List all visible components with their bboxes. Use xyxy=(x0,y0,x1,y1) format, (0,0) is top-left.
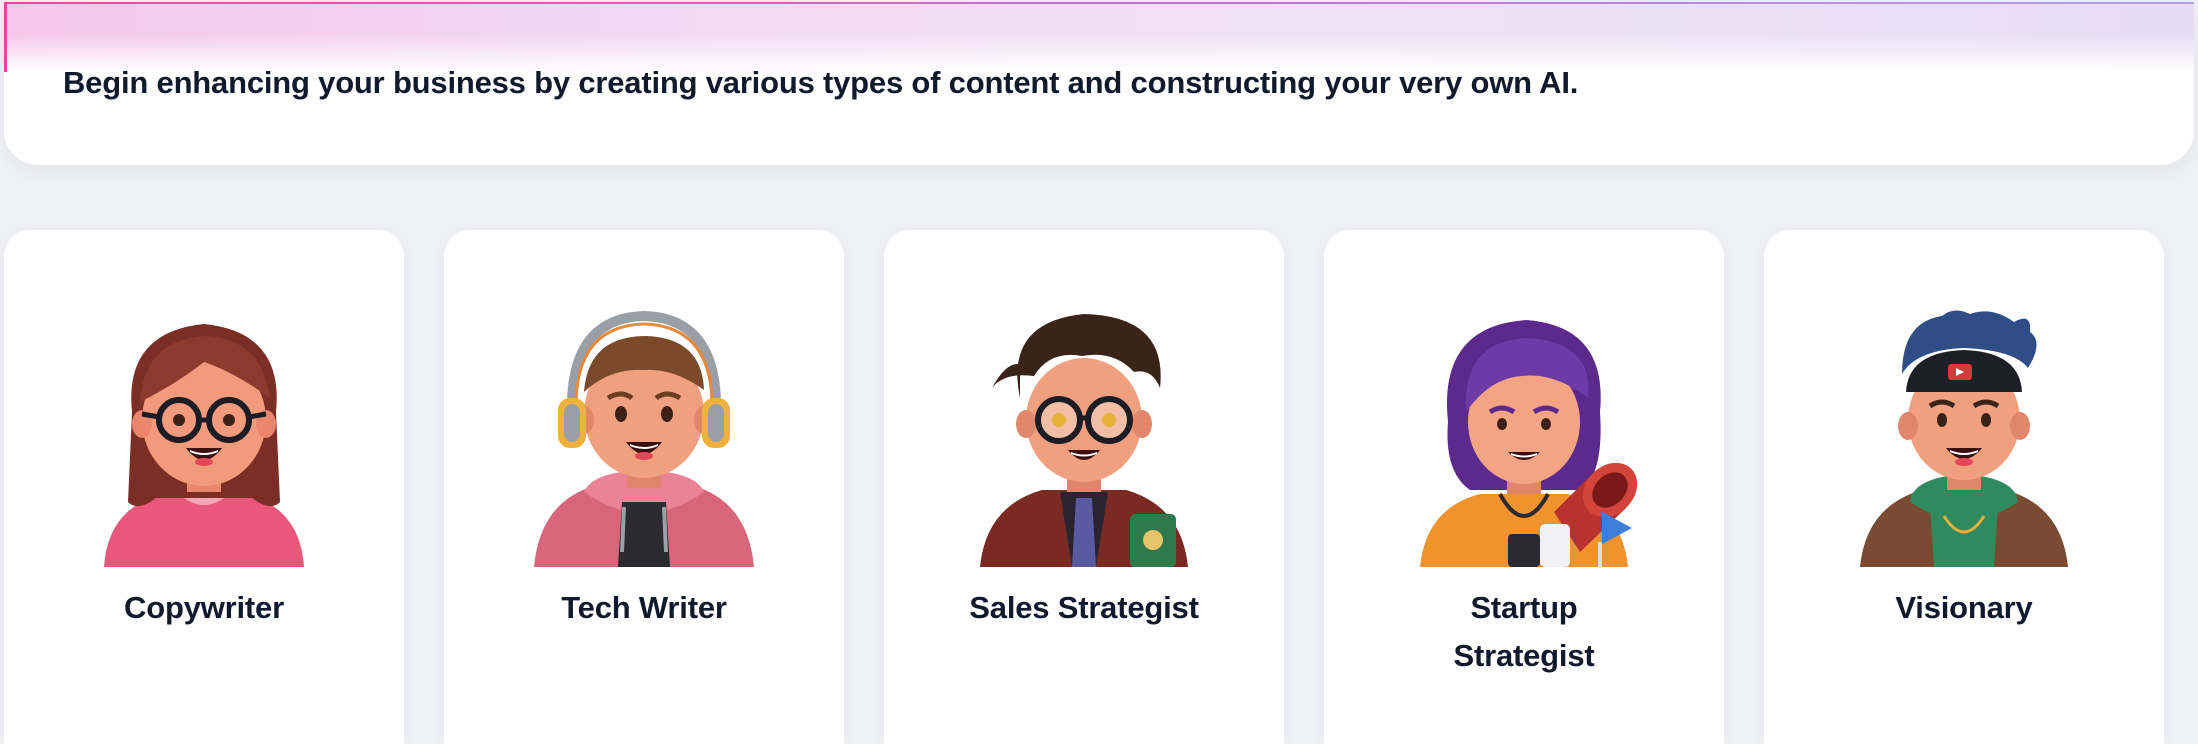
sales-strategist-avatar-icon xyxy=(980,314,1188,567)
persona-card-sales-strategist[interactable]: Sales Strategist xyxy=(884,230,1284,744)
page: Begin enhancing your business by creatin… xyxy=(0,0,2198,744)
banner-accent xyxy=(4,2,7,72)
persona-label: Copywriter xyxy=(124,590,284,625)
intro-banner: Begin enhancing your business by creatin… xyxy=(4,2,2194,165)
intro-text: Begin enhancing your business by creatin… xyxy=(63,65,1579,100)
visionary-avatar-icon xyxy=(1860,310,2068,567)
persona-label: Visionary xyxy=(1895,590,2033,625)
persona-card-startup-strategist[interactable]: Startup Strategist xyxy=(1324,230,1724,744)
persona-card-visionary[interactable]: Visionary xyxy=(1764,230,2164,744)
copywriter-avatar-icon xyxy=(104,324,304,567)
startup-strategist-avatar-icon xyxy=(1420,320,1638,567)
persona-label: Sales Strategist xyxy=(969,590,1199,625)
persona-label: Tech Writer xyxy=(561,590,727,625)
persona-label: Startup Strategist xyxy=(1453,590,1595,673)
banner-top-line xyxy=(4,2,2194,4)
banner-gradient xyxy=(4,2,2194,72)
tech-writer-avatar-icon xyxy=(534,310,754,567)
persona-card-tech-writer[interactable]: Tech Writer xyxy=(444,230,844,744)
persona-card-copywriter[interactable]: Copywriter xyxy=(4,230,404,744)
